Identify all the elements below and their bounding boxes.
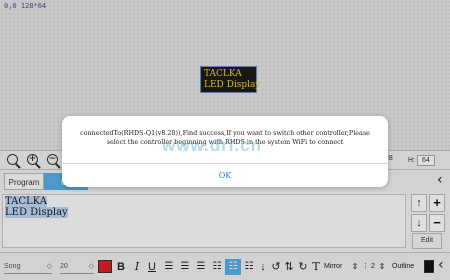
dialog-message: connectedTo(RHDS-Q1(v8.28)),Find success… (80, 129, 370, 146)
ok-button[interactable]: OK (62, 164, 388, 187)
connection-dialog: connectedTo(RHDS-Q1(v8.28)),Find success… (62, 116, 388, 187)
